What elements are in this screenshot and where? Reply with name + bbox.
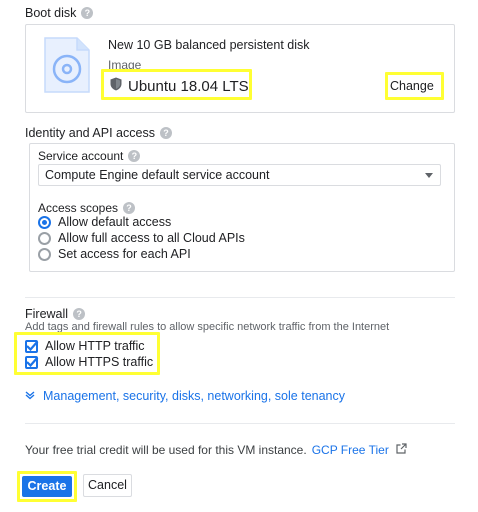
firewall-title: Firewall? <box>25 307 86 321</box>
cancel-button[interactable]: Cancel <box>83 474 132 497</box>
access-scopes-label: Access scopes? <box>38 201 136 215</box>
identity-title: Identity and API access? <box>25 126 172 140</box>
management-link[interactable]: Management, security, disks, networking,… <box>25 389 345 403</box>
identity-panel: Service account? Compute Engine default … <box>29 143 455 272</box>
shield-icon <box>110 77 122 96</box>
radio-icon[interactable] <box>38 231 51 245</box>
access-scopes-label-text: Access scopes <box>38 201 119 215</box>
divider <box>25 423 455 424</box>
checkbox-checked-icon[interactable] <box>25 339 39 353</box>
trial-text: Your free trial credit will be used for … <box>25 443 307 457</box>
help-icon[interactable]: ? <box>81 7 94 19</box>
trial-notice: Your free trial credit will be used for … <box>25 443 407 457</box>
boot-disk-title: Boot disk? <box>25 6 94 20</box>
firewall-title-text: Firewall <box>25 307 69 321</box>
checkbox-label: Allow HTTP traffic <box>45 339 145 353</box>
chevron-down-icon <box>25 389 35 403</box>
help-icon[interactable]: ? <box>73 308 86 320</box>
disk-description: New 10 GB balanced persistent disk <box>108 38 310 52</box>
scope-label: Allow default access <box>58 215 172 229</box>
disk-icon <box>43 36 91 99</box>
image-name-text: Ubuntu 18.04 LTS <box>128 78 249 95</box>
image-name: Ubuntu 18.04 LTS <box>110 77 249 96</box>
free-tier-link[interactable]: GCP Free Tier <box>312 443 389 457</box>
service-account-label-text: Service account <box>38 149 124 163</box>
chevron-down-icon <box>425 173 433 178</box>
help-icon[interactable]: ? <box>123 202 136 214</box>
help-icon[interactable]: ? <box>128 150 141 162</box>
allow-https-checkbox[interactable]: Allow HTTPS traffic <box>25 354 153 370</box>
help-icon[interactable]: ? <box>159 127 172 139</box>
scope-label: Allow full access to all Cloud APIs <box>58 231 245 245</box>
radio-icon[interactable] <box>38 247 51 261</box>
change-button[interactable]: Change <box>390 79 434 93</box>
external-link-icon[interactable] <box>396 443 407 457</box>
scope-option-default[interactable]: Allow default access <box>38 214 171 230</box>
boot-disk-title-text: Boot disk <box>25 6 77 20</box>
scope-option-each-api[interactable]: Set access for each API <box>38 246 191 262</box>
allow-http-checkbox[interactable]: Allow HTTP traffic <box>25 338 145 354</box>
checkbox-checked-icon[interactable] <box>25 355 39 369</box>
checkbox-label: Allow HTTPS traffic <box>45 355 154 369</box>
scope-option-full[interactable]: Allow full access to all Cloud APIs <box>38 230 245 246</box>
service-account-label: Service account? <box>38 149 141 163</box>
management-link-text[interactable]: Management, security, disks, networking,… <box>43 389 345 403</box>
radio-selected-icon[interactable] <box>38 215 51 229</box>
service-account-select[interactable]: Compute Engine default service account <box>38 164 441 186</box>
create-button[interactable]: Create <box>22 476 72 497</box>
identity-title-text: Identity and API access <box>25 126 155 140</box>
service-account-value: Compute Engine default service account <box>45 168 270 182</box>
scope-label: Set access for each API <box>58 247 191 261</box>
divider <box>25 297 455 298</box>
